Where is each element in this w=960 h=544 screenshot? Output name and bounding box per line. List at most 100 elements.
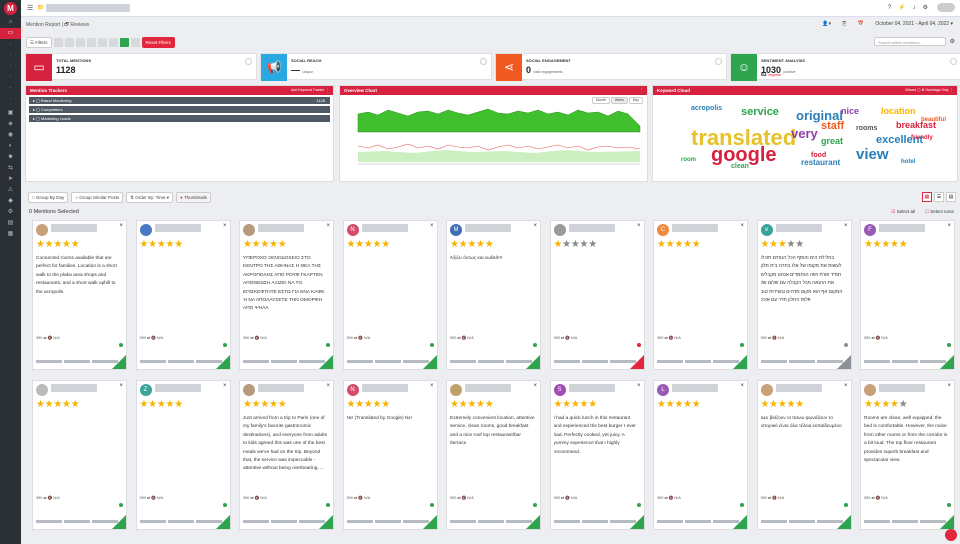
author-name-redacted[interactable] <box>775 384 822 392</box>
sentiment-icon[interactable] <box>740 503 744 507</box>
cloud-word[interactable]: view <box>856 147 889 162</box>
panel-menu-icon[interactable]: ⋮ <box>640 88 644 92</box>
hashtags-only-toggle[interactable]: Hashtags Only <box>926 88 949 92</box>
thumbnails-toggle[interactable]: ● Thumbnails <box>176 192 212 203</box>
sentiment-icon[interactable] <box>222 343 227 347</box>
user-avatar[interactable] <box>937 3 955 12</box>
box-icon[interactable]: ▤ <box>0 218 21 229</box>
cloud-word[interactable]: food <box>811 152 826 159</box>
author-name-redacted[interactable] <box>465 224 511 232</box>
filter-tool-5-icon[interactable] <box>97 37 107 47</box>
drop-icon[interactable]: ◆ <box>0 196 21 207</box>
author-avatar[interactable] <box>139 224 152 236</box>
sentiment-icon[interactable] <box>843 503 848 507</box>
author-avatar[interactable] <box>760 384 773 396</box>
order-by-dropdown[interactable]: ⇅ Order By: Time ▾ <box>126 192 174 203</box>
author-avatar[interactable]: C <box>657 224 669 236</box>
sentiment-icon[interactable] <box>740 343 744 347</box>
cloud-word[interactable]: service <box>741 107 779 118</box>
cloud-word[interactable]: rooms <box>856 125 877 132</box>
author-avatar[interactable] <box>864 384 876 396</box>
gear-icon[interactable]: ⚙ <box>950 38 955 45</box>
author-avatar[interactable]: N <box>346 384 359 396</box>
cloud-word[interactable]: room <box>681 157 696 163</box>
author-avatar[interactable] <box>450 384 462 396</box>
sentiment-icon[interactable] <box>947 343 951 347</box>
author-name-redacted[interactable] <box>51 384 97 392</box>
mention-card[interactable]: S × ★★★★★ I had a quick lunch in this resta… <box>549 380 645 530</box>
mention-card[interactable]: C × ★★★★★ 390 ⇄ 🔇 N/A <box>653 220 748 370</box>
mention-card[interactable]: Z × ★★★★★ 390 ⇄ 🔇 N/A <box>135 380 231 530</box>
tab-week[interactable]: Week <box>610 97 628 104</box>
home-icon[interactable]: ⌂ <box>0 17 21 28</box>
close-icon[interactable]: × <box>430 223 434 229</box>
grid-view-icon[interactable]: ▦ <box>922 192 932 202</box>
tab-month[interactable]: Month <box>592 97 610 104</box>
sentiment-icon[interactable] <box>429 343 434 347</box>
expand-icon[interactable]: ▸ <box>33 107 35 112</box>
nav-dot-icon[interactable]: · <box>0 39 21 50</box>
group-similar-toggle[interactable]: ○ Group Similar Posts <box>71 192 124 203</box>
tracker-row[interactable]: ▸ ▢ Competitors <box>29 106 330 113</box>
mention-card[interactable]: × ★★★★★ ΥΠΕΡΟΧΟ ΞΕΝΟΔΟΧΕΙΟ ΣΤΟ ΚΕΝΤΡΟ ΤΗΣ … <box>239 220 334 370</box>
author-name-redacted[interactable] <box>568 384 615 392</box>
nav-dot-icon[interactable]: · <box>0 50 21 61</box>
cloud-word[interactable]: staff <box>821 121 844 132</box>
cloud-word[interactable]: clean <box>731 163 749 170</box>
author-avatar[interactable]: Z <box>139 384 152 396</box>
author-name-redacted[interactable] <box>154 224 201 232</box>
author-name-redacted[interactable] <box>568 224 615 232</box>
cloud-word[interactable]: friendly <box>911 135 933 141</box>
sentiment-icon[interactable] <box>326 503 330 507</box>
mention-card[interactable]: × ★★★★★ Δεν βιάζουν οι πανω φωνάζουν το ισ… <box>756 380 852 530</box>
mention-card[interactable]: × ★★★★★ 390 ⇄ 🔇 N/A <box>32 380 127 530</box>
author-name-redacted[interactable] <box>879 224 925 232</box>
chat-support-button[interactable] <box>945 529 957 541</box>
filter-tool-3-icon[interactable] <box>75 37 85 47</box>
select-all-checkbox[interactable]: ☑ Select all <box>891 209 915 215</box>
wizard-toggle[interactable]: Wizard <box>905 88 916 92</box>
close-icon[interactable]: × <box>637 383 641 389</box>
mention-card[interactable]: × ★★★★★ Just arrived from a trip to Paris … <box>239 380 334 530</box>
author-avatar[interactable] <box>243 224 255 236</box>
sentiment-icon[interactable] <box>843 343 848 347</box>
help-icon[interactable]: ? <box>888 5 898 11</box>
author-name-redacted[interactable] <box>672 384 718 392</box>
author-name-redacted[interactable] <box>51 224 97 232</box>
reset-filters-button[interactable]: Reset Filters <box>141 36 175 48</box>
cloud-word[interactable]: location <box>881 107 916 116</box>
search-input[interactable]: Search within mentions... <box>874 37 946 46</box>
info-icon[interactable] <box>480 58 487 65</box>
group-by-day-toggle[interactable]: ○ Group By Day <box>28 192 69 203</box>
menu-icon[interactable]: ☰ <box>27 4 33 12</box>
author-avatar[interactable] <box>553 224 566 236</box>
tab-day[interactable]: Day <box>628 97 643 104</box>
author-name-redacted[interactable] <box>258 224 304 232</box>
author-name-redacted[interactable] <box>258 384 304 392</box>
info-icon[interactable] <box>950 58 957 65</box>
mention-card[interactable]: L × ★★★★★ 390 ⇄ 🔇 N/A <box>653 380 748 530</box>
filters-button[interactable]: ☰ Filters <box>26 36 52 48</box>
user-menu[interactable]: 👤▾ <box>822 21 831 27</box>
sentiment-icon[interactable] <box>429 503 434 507</box>
author-name-redacted[interactable] <box>775 224 822 232</box>
mention-card[interactable]: N × ★★★★★ 390 ⇄ 🔇 N/A <box>342 220 438 370</box>
alert-icon[interactable]: ⚠ <box>0 185 21 196</box>
author-name-redacted[interactable] <box>879 384 925 392</box>
author-avatar[interactable] <box>36 224 48 236</box>
filter-tool-8-icon[interactable] <box>130 37 140 47</box>
bolt-icon[interactable]: ⚡ <box>898 5 912 11</box>
author-name-redacted[interactable] <box>465 384 511 392</box>
sentiment-icon[interactable] <box>326 343 330 347</box>
close-icon[interactable]: × <box>119 383 123 389</box>
filter-tool-4-icon[interactable] <box>86 37 96 47</box>
mentions-icon[interactable]: ▭ <box>0 28 21 39</box>
close-icon[interactable]: × <box>533 383 537 389</box>
nav-dot-icon[interactable]: · <box>0 94 21 105</box>
nav-dot-icon[interactable]: · <box>0 83 21 94</box>
gear-icon[interactable]: ⚙ <box>923 5 935 11</box>
close-icon[interactable]: × <box>326 223 330 229</box>
nav-dot-icon[interactable]: · <box>0 72 21 83</box>
author-avatar[interactable]: N <box>346 224 359 236</box>
mention-card[interactable]: × ★★★★★ 390 ⇄ 🔇 N/A <box>135 220 231 370</box>
